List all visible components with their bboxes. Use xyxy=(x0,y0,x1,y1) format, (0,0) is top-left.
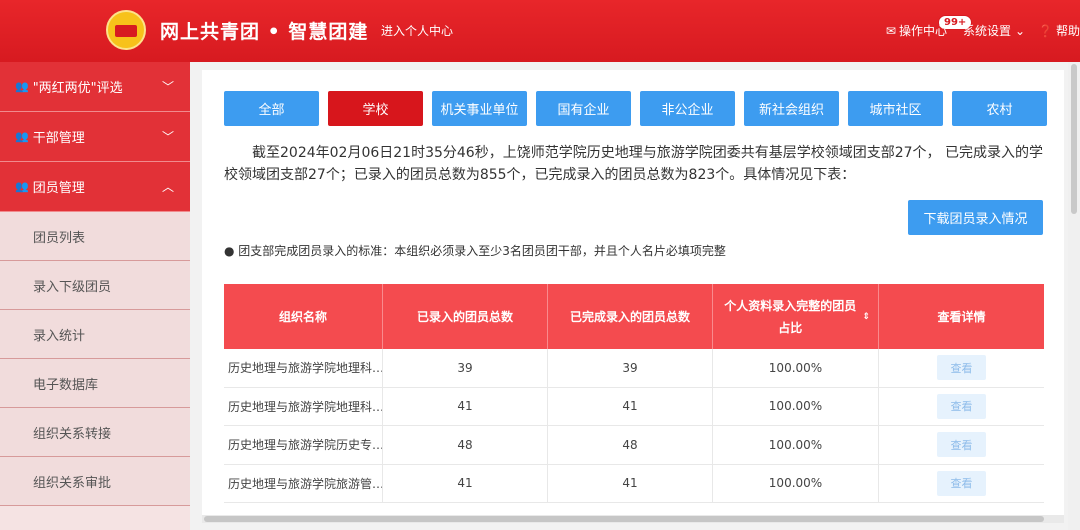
users-icon: 👥 xyxy=(15,130,29,143)
users-icon: 👥 xyxy=(15,80,29,93)
sidebar-item-member-list[interactable]: 团员列表 xyxy=(0,212,190,261)
league-logo-icon xyxy=(106,10,146,50)
sidebar-group-cadre[interactable]: 👥 干部管理 ﹀ xyxy=(0,112,190,162)
table-row: 历史地理与旅游学院地理科… 39 39 100.00% 查看 xyxy=(224,349,1044,388)
standard-note: ● 团支部完成团员录入的标准：本组织必须录入至少3名团员团干部，并且个人名片必填… xyxy=(224,244,726,258)
completed-cell: 41 xyxy=(548,387,713,425)
entered-cell: 39 xyxy=(383,349,548,387)
details-cell: 查看 xyxy=(879,349,1044,387)
sidebar-item-enter-members[interactable]: 录入下级团员 xyxy=(0,261,190,310)
tab-state-owned[interactable]: 国有企业 xyxy=(536,91,631,126)
org-name-cell: 历史地理与旅游学院旅游管… xyxy=(224,464,383,502)
view-button[interactable]: 查看 xyxy=(937,432,986,458)
entered-cell: 41 xyxy=(383,387,548,425)
ratio-cell: 100.00% xyxy=(713,464,879,502)
brand-title: 网上共青团 • 智慧团建 xyxy=(160,21,369,43)
col-ratio-label: 个人资料录入完整的团员占比 xyxy=(724,298,857,335)
details-cell: 查看 xyxy=(879,388,1044,426)
operation-center-link[interactable]: ✉ 操作中心 xyxy=(886,22,947,39)
sidebar: 👥 "两红两优"评选 ﹀ 👥 干部管理 ﹀ 👥 团员管理 ︿ 团员列表 录入下级… xyxy=(0,62,190,530)
entered-cell: 41 xyxy=(383,464,548,502)
entered-cell: 48 xyxy=(383,426,548,464)
ratio-cell: 100.00% xyxy=(713,349,879,387)
chevron-down-icon: ﹀ xyxy=(161,130,174,144)
completed-cell: 39 xyxy=(548,349,713,387)
ratio-cell: 100.00% xyxy=(713,426,879,464)
table-row: 历史地理与旅游学院旅游管… 41 41 100.00% 查看 xyxy=(224,464,1044,503)
sidebar-item-approval[interactable]: 组织关系审批 xyxy=(0,457,190,506)
table-row: 历史地理与旅游学院地理科… 41 41 100.00% 查看 xyxy=(224,387,1044,426)
view-button[interactable]: 查看 xyxy=(937,393,986,419)
horizontal-scroll-thumb[interactable] xyxy=(204,516,1044,522)
col-details: 查看详情 xyxy=(937,309,986,324)
help-label: 帮助 xyxy=(1055,24,1080,38)
details-cell: 查看 xyxy=(879,426,1044,464)
completed-cell: 41 xyxy=(548,464,713,502)
table-header: 组织名称 已录入的团员总数 已完成录入的团员总数 个人资料录入完整的团员占比 ⇕ … xyxy=(224,284,1044,349)
top-header: 网上共青团 • 智慧团建 进入个人中心 99+ ✉ 操作中心 系统设置 ⌄ ❓ … xyxy=(0,0,1080,62)
sort-icon: ⇕ xyxy=(862,311,870,322)
view-button[interactable]: 查看 xyxy=(937,470,986,496)
members-table: 组织名称 已录入的团员总数 已完成录入的团员总数 个人资料录入完整的团员占比 ⇕ … xyxy=(224,284,1044,503)
horizontal-scrollbar[interactable] xyxy=(202,515,1064,523)
tab-government[interactable]: 机关事业单位 xyxy=(432,91,527,126)
users-icon: 👥 xyxy=(15,180,29,193)
summary-text: 截至2024年02月06日21时35分46秒，上饶师范学院历史地理与旅游学院团委… xyxy=(224,145,1043,183)
sidebar-group-member[interactable]: 👥 团员管理 ︿ xyxy=(0,162,190,212)
tab-social-org[interactable]: 新社会组织 xyxy=(744,91,839,126)
col-org-name: 组织名称 xyxy=(224,284,383,349)
tab-all[interactable]: 全部 xyxy=(224,91,319,126)
vertical-scroll-thumb[interactable] xyxy=(1071,64,1077,214)
sidebar-item-e-database[interactable]: 电子数据库 xyxy=(0,359,190,408)
sidebar-item-transfer[interactable]: 组织关系转接 xyxy=(0,408,190,457)
sidebar-group-label: "两红两优"评选 xyxy=(32,81,123,96)
col-completed: 已完成录入的团员总数 xyxy=(548,284,713,349)
personal-center-link[interactable]: 进入个人中心 xyxy=(381,22,453,39)
chevron-down-icon: ⌄ xyxy=(1014,23,1026,38)
sidebar-item-entry-stats[interactable]: 录入统计 xyxy=(0,310,190,359)
chevron-up-icon: ︿ xyxy=(161,180,174,194)
col-ratio[interactable]: 个人资料录入完整的团员占比 ⇕ xyxy=(713,284,879,349)
header-actions: ✉ 操作中心 系统设置 ⌄ ❓ 帮助 xyxy=(880,22,1080,39)
view-button[interactable]: 查看 xyxy=(937,355,986,381)
operation-center-label: 操作中心 xyxy=(898,24,947,38)
system-settings-dropdown[interactable]: 系统设置 ⌄ xyxy=(963,22,1028,39)
chevron-down-icon: ﹀ xyxy=(161,80,174,94)
tab-private[interactable]: 非公企业 xyxy=(640,91,735,126)
table-row: 历史地理与旅游学院历史专… 48 48 100.00% 查看 xyxy=(224,426,1044,465)
category-tabs: 全部 学校 机关事业单位 国有企业 非公企业 新社会组织 城市社区 农村 xyxy=(224,91,1047,126)
system-settings-label: 系统设置 xyxy=(962,24,1011,38)
sidebar-group-label: 团员管理 xyxy=(32,181,85,196)
mail-icon: ✉ xyxy=(885,23,896,38)
details-cell: 查看 xyxy=(879,465,1044,503)
vertical-scrollbar[interactable] xyxy=(1068,62,1080,530)
org-name-cell: 历史地理与旅游学院地理科… xyxy=(224,349,383,387)
completed-cell: 48 xyxy=(548,426,713,464)
download-button[interactable]: 下载团员录入情况 xyxy=(908,200,1043,235)
tab-community[interactable]: 城市社区 xyxy=(848,91,943,126)
org-name-cell: 历史地理与旅游学院历史专… xyxy=(224,426,383,464)
col-entered: 已录入的团员总数 xyxy=(383,284,548,349)
org-name-cell: 历史地理与旅游学院地理科… xyxy=(224,387,383,425)
tab-rural[interactable]: 农村 xyxy=(952,91,1047,126)
ratio-cell: 100.00% xyxy=(713,387,879,425)
sidebar-group-label: 干部管理 xyxy=(32,131,85,146)
help-icon: ❓ xyxy=(1038,23,1053,38)
main-panel: 全部 学校 机关事业单位 国有企业 非公企业 新社会组织 城市社区 农村 截至2… xyxy=(202,70,1064,515)
sidebar-group-evaluation[interactable]: 👥 "两红两优"评选 ﹀ xyxy=(0,62,190,112)
help-link[interactable]: ❓ 帮助 xyxy=(1038,22,1080,39)
tab-school[interactable]: 学校 xyxy=(328,91,423,126)
